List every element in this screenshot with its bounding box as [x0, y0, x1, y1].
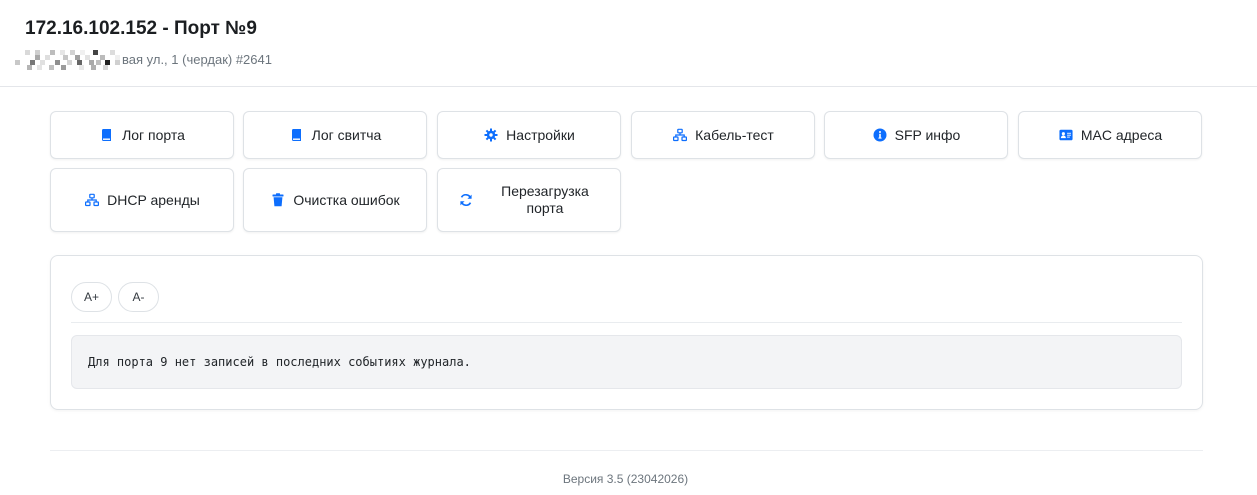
- id-card-icon: [1058, 127, 1074, 143]
- clear-errors-button[interactable]: Очистка ошибок: [243, 168, 427, 232]
- page-header: 172.16.102.152 - Порт №9 вая ул., 1 (чер…: [0, 0, 1257, 87]
- cable-test-button[interactable]: Кабель-тест: [631, 111, 815, 159]
- font-decrease-button[interactable]: A-: [118, 282, 159, 312]
- divider: [71, 322, 1182, 323]
- network-icon: [672, 127, 688, 143]
- port-log-button[interactable]: Лог порта: [50, 111, 234, 159]
- book-icon: [99, 127, 115, 143]
- settings-button[interactable]: Настройки: [437, 111, 621, 159]
- footer-divider: [50, 450, 1203, 451]
- switch-log-button[interactable]: Лог свитча: [243, 111, 427, 159]
- log-output: Для порта 9 нет записей в последних собы…: [71, 335, 1182, 389]
- settings-label: Настройки: [506, 126, 575, 143]
- sfp-info-button[interactable]: SFP инфо: [824, 111, 1008, 159]
- cable-test-label: Кабель-тест: [695, 126, 774, 143]
- refresh-icon: [458, 192, 474, 208]
- page-title: 172.16.102.152 - Порт №9: [25, 18, 257, 39]
- sfp-info-label: SFP инфо: [894, 126, 961, 143]
- mac-addresses-button[interactable]: MAC адреса: [1018, 111, 1202, 159]
- clear-errors-label: Очистка ошибок: [293, 191, 400, 208]
- font-increase-button[interactable]: A+: [71, 282, 113, 312]
- switch-log-label: Лог свитча: [311, 126, 382, 143]
- subtitle-row: вая ул., 1 (чердак) #2641: [15, 49, 1257, 71]
- dhcp-leases-button[interactable]: DHCP аренды: [50, 168, 234, 232]
- network-icon: [84, 192, 100, 208]
- dhcp-leases-label: DHCP аренды: [107, 191, 200, 208]
- restart-port-button[interactable]: Перезагрузка порта: [437, 168, 621, 232]
- info-circle-icon: [872, 127, 888, 143]
- address-text: вая ул., 1 (чердак) #2641: [122, 52, 272, 67]
- port-log-panel: A+ A- Для порта 9 нет записей в последни…: [50, 255, 1203, 410]
- gear-icon: [483, 127, 499, 143]
- version-text: Версия 3.5 (23042026): [562, 472, 689, 486]
- book-icon: [289, 127, 305, 143]
- trash-icon: [270, 192, 286, 208]
- mac-addresses-label: MAC адреса: [1080, 126, 1163, 143]
- restart-port-label: Перезагрузка порта: [501, 183, 589, 216]
- redacted-address-image: [15, 49, 122, 71]
- port-log-label: Лог порта: [122, 126, 185, 143]
- log-message: Для порта 9 нет записей в последних собы…: [88, 355, 471, 369]
